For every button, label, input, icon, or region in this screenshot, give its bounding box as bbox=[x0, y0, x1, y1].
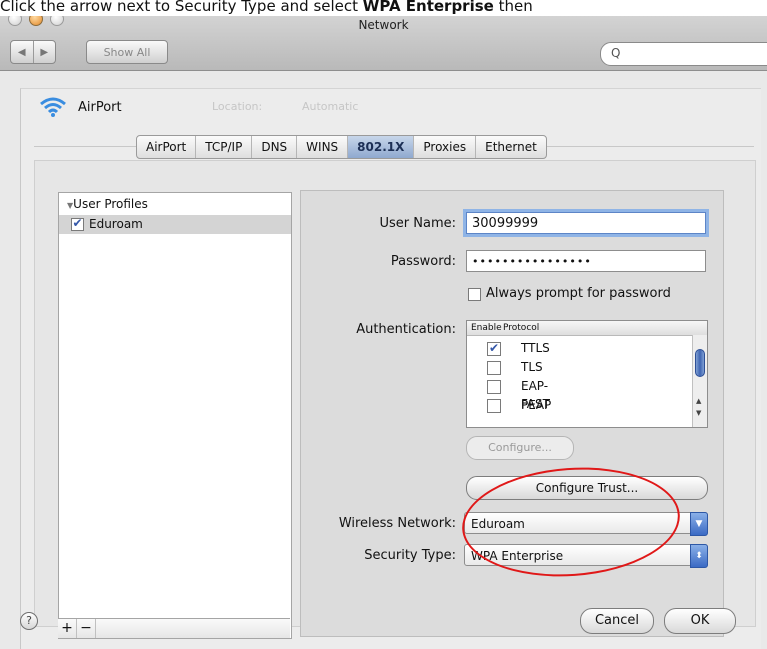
protocol-name: PEAP bbox=[521, 398, 552, 412]
password-field[interactable]: •••••••••••••••• bbox=[466, 250, 706, 272]
search-input[interactable]: Q bbox=[600, 42, 767, 66]
interface-header: AirPort bbox=[38, 96, 122, 118]
protocol-checkbox[interactable] bbox=[487, 361, 501, 375]
configure-trust-button[interactable]: Configure Trust... bbox=[466, 476, 708, 500]
scroll-thumb[interactable] bbox=[695, 349, 705, 377]
authentication-label: Authentication: bbox=[356, 322, 456, 337]
interface-name: AirPort bbox=[78, 99, 122, 115]
tab-8021x[interactable]: 802.1X bbox=[348, 136, 415, 158]
instruction-suffix: then bbox=[493, 0, 533, 15]
protocol-column-header: Protocol bbox=[503, 323, 540, 333]
instruction-prefix: Click the arrow next to Security Type an… bbox=[0, 0, 363, 15]
tab-ethernet[interactable]: Ethernet bbox=[476, 136, 546, 158]
wireless-network-label: Wireless Network: bbox=[338, 516, 456, 531]
ok-button[interactable]: OK bbox=[664, 608, 736, 634]
scroll-up-icon[interactable]: ▲ bbox=[696, 397, 701, 405]
profile-checkbox[interactable]: ✔ bbox=[71, 217, 84, 231]
protocol-name: TTLS bbox=[521, 341, 550, 355]
tab-proxies[interactable]: Proxies bbox=[414, 136, 477, 158]
profile-add-remove-bar: + − bbox=[58, 618, 290, 638]
search-icon: Q bbox=[611, 46, 621, 60]
username-field[interactable]: 30099999 bbox=[466, 212, 706, 234]
user-profiles-list[interactable]: ▼User Profiles ✔ Eduroam bbox=[58, 192, 292, 639]
profiles-header-label: User Profiles bbox=[73, 197, 148, 211]
list-item[interactable]: ✔ Eduroam bbox=[59, 215, 291, 234]
always-prompt-checkbox[interactable] bbox=[468, 288, 481, 301]
ghost-location-label: Location: bbox=[212, 100, 263, 113]
tab-dns[interactable]: DNS bbox=[252, 136, 298, 158]
tab-tcpip[interactable]: TCP/IP bbox=[196, 136, 253, 158]
nav-buttons: ◀ ▶ bbox=[10, 40, 56, 64]
instruction-banner: Click the arrow next to Security Type an… bbox=[0, 0, 767, 16]
protocol-name: TLS bbox=[521, 360, 543, 374]
add-profile-button[interactable]: + bbox=[58, 619, 77, 638]
forward-arrow-icon[interactable]: ▶ bbox=[34, 41, 56, 63]
configure-button[interactable]: Configure... bbox=[466, 436, 574, 460]
wireless-network-combobox[interactable]: Eduroam ▼ bbox=[464, 512, 708, 536]
always-prompt-label: Always prompt for password bbox=[486, 286, 671, 301]
window-titlebar: Network ◀ ▶ Show All Q bbox=[0, 10, 767, 71]
remove-profile-button[interactable]: − bbox=[77, 619, 96, 638]
help-button[interactable]: ? bbox=[20, 612, 38, 630]
profile-label: Eduroam bbox=[89, 217, 143, 231]
scroll-down-icon[interactable]: ▼ bbox=[696, 409, 701, 417]
ghost-location-value: Automatic bbox=[302, 100, 359, 113]
cancel-button[interactable]: Cancel bbox=[580, 608, 654, 634]
tab-airport[interactable]: AirPort bbox=[137, 136, 197, 158]
security-type-select[interactable]: WPA Enterprise ⬍ bbox=[464, 544, 708, 568]
tab-bar: AirPort TCP/IP DNS WINS 802.1X Proxies E… bbox=[136, 135, 547, 159]
security-type-value: WPA Enterprise bbox=[471, 549, 564, 563]
window-title: Network bbox=[358, 18, 409, 32]
security-type-label: Security Type: bbox=[364, 548, 456, 563]
authentication-protocol-list[interactable]: Enable Protocol ✔ TTLS TLS EAP-FAST PEAP… bbox=[466, 320, 708, 428]
back-arrow-icon[interactable]: ◀ bbox=[11, 41, 34, 63]
protocol-checkbox[interactable] bbox=[487, 380, 501, 394]
updown-arrows-icon[interactable]: ⬍ bbox=[690, 544, 708, 568]
profiles-header[interactable]: ▼User Profiles bbox=[67, 197, 148, 211]
password-label: Password: bbox=[390, 254, 456, 269]
chevron-down-icon[interactable]: ▼ bbox=[690, 512, 708, 536]
protocol-scrollbar[interactable]: ▲ ▼ bbox=[692, 335, 707, 427]
enable-column-header: Enable bbox=[471, 323, 502, 333]
protocol-checkbox[interactable]: ✔ bbox=[487, 342, 501, 356]
wireless-network-value: Eduroam bbox=[471, 517, 525, 531]
show-all-button[interactable]: Show All bbox=[86, 40, 168, 64]
instruction-bold: WPA Enterprise bbox=[362, 0, 494, 15]
wifi-icon bbox=[40, 97, 66, 117]
username-label: User Name: bbox=[379, 216, 457, 231]
tab-wins[interactable]: WINS bbox=[297, 136, 349, 158]
protocol-list-header: Enable Protocol bbox=[467, 321, 707, 336]
protocol-checkbox[interactable] bbox=[487, 399, 501, 413]
